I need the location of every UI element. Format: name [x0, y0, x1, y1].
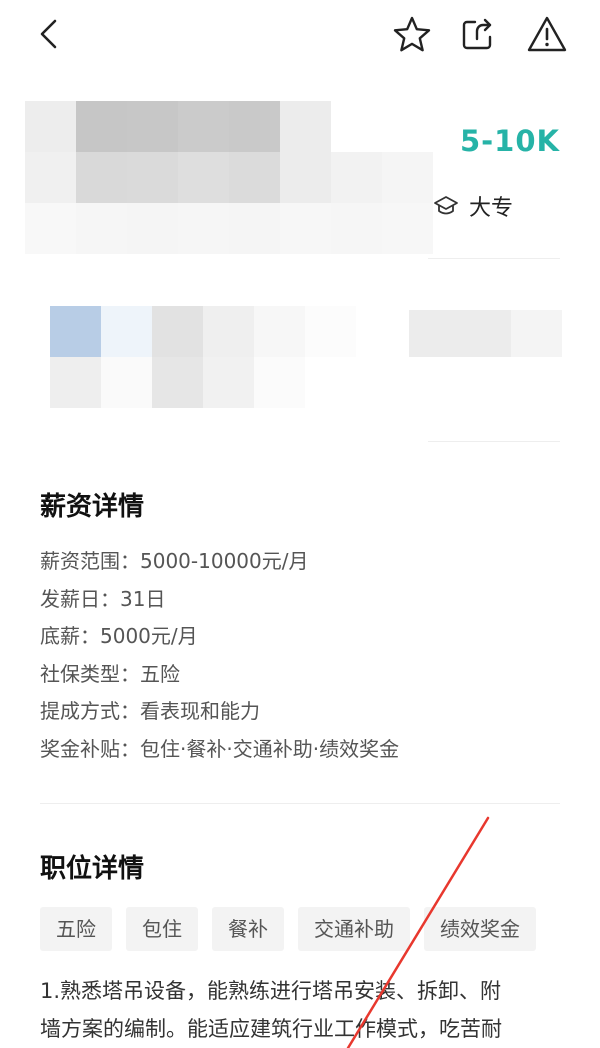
back-button[interactable]: [26, 12, 70, 56]
benefit-tag: 绩效奖金: [424, 907, 536, 951]
star-outline-icon: [393, 16, 431, 52]
divider: [428, 258, 560, 259]
benefit-tag: 餐补: [212, 907, 284, 951]
report-button[interactable]: [524, 12, 570, 56]
payday-item: 发薪日：31日: [40, 586, 166, 611]
graduation-cap-icon: [434, 196, 458, 215]
base-salary-item: 底薪：5000元/月: [40, 624, 198, 648]
divider: [428, 441, 560, 442]
education-label: 大专: [469, 196, 514, 221]
warning-icon: [527, 16, 567, 52]
job-description: 1.熟悉塔吊设备，能熟练进行塔吊安装、拆卸、附 墙方案的编制。能适应建筑行业工作…: [40, 972, 560, 1048]
redacted-company-info: [50, 306, 356, 408]
benefit-tags: 五险 包住 餐补 交通补助 绩效奖金: [40, 907, 536, 951]
benefit-tag: 包住: [126, 907, 198, 951]
salary-details-list: 薪资范围：5000-10000元/月 发薪日：31日 底薪：5000元/月 社保…: [40, 543, 399, 768]
social-insurance-item: 社保类型：五险: [40, 661, 180, 686]
description-line: 墙方案的编制。能适应建筑行业工作模式，吃苦耐: [40, 1017, 502, 1041]
salary-range: 5-10K: [459, 124, 560, 158]
chevron-left-icon: [40, 19, 57, 49]
share-button[interactable]: [456, 12, 500, 56]
share-icon: [462, 18, 492, 50]
redacted-job-title: [25, 101, 433, 254]
salary-details-title: 薪资详情: [40, 492, 145, 522]
redacted-company-tag: [409, 310, 562, 357]
position-details-title: 职位详情: [40, 854, 145, 884]
bonus-allowance-item: 奖金补贴：包住·餐补·交通补助·绩效奖金: [40, 736, 400, 761]
salary-range-item: 薪资范围：5000-10000元/月: [40, 549, 309, 573]
commission-item: 提成方式：看表现和能力: [40, 699, 260, 723]
education-requirement: 大专: [433, 190, 513, 222]
benefit-tag: 五险: [40, 907, 112, 951]
benefit-tag: 交通补助: [298, 907, 410, 951]
top-bar: [0, 0, 600, 66]
divider: [40, 803, 560, 804]
favorite-button[interactable]: [390, 12, 434, 56]
description-line: 1.熟悉塔吊设备，能熟练进行塔吊安装、拆卸、附: [40, 979, 502, 1003]
